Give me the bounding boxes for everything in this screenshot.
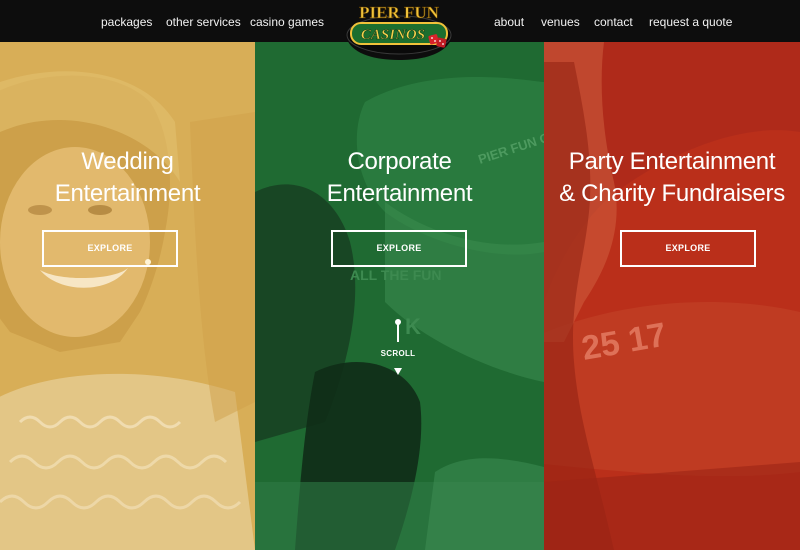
logo-line1: PIER FUN (359, 3, 440, 22)
scroll-label[interactable]: SCROLL (372, 349, 424, 358)
party-panel[interactable]: 25 17 Party Entertainment & Charity Fund… (544, 42, 800, 550)
roulette-photo-decoration: 25 17 (544, 42, 800, 550)
bg-roulette-numbers: 25 17 (579, 316, 669, 368)
scroll-down-arrow-icon[interactable] (394, 368, 402, 375)
wedding-explore-button[interactable]: EXPLORE (42, 230, 178, 267)
wedding-photo-decoration (0, 42, 255, 550)
corporate-title: Corporate Entertainment (255, 146, 544, 210)
nav-link-about[interactable]: about (494, 0, 524, 42)
nav-link-venues[interactable]: venues (541, 0, 580, 42)
wedding-title-line2: Entertainment (54, 180, 201, 207)
party-title-line2: & Charity Fundraisers (559, 180, 785, 207)
nav-link-request-a-quote[interactable]: request a quote (649, 0, 732, 42)
logo-line2: CASINOS (361, 27, 425, 43)
bg-shirt-text: ALL THE FUN (350, 267, 442, 283)
nav-link-contact[interactable]: contact (594, 0, 633, 42)
scroll-line (397, 324, 399, 342)
party-explore-button[interactable]: EXPLORE (620, 230, 756, 267)
bg-shirt-word: K (405, 314, 421, 339)
party-title-line1: Party Entertainment (568, 148, 776, 175)
nav-link-other-services[interactable]: other services (166, 0, 241, 42)
corporate-explore-button[interactable]: EXPLORE (331, 230, 467, 267)
pier-fun-casinos-logo[interactable]: PIER FUN CASINOS (341, 0, 457, 62)
wedding-panel[interactable]: Wedding Entertainment EXPLORE (0, 42, 255, 550)
corporate-title-line2: Entertainment (326, 180, 473, 207)
nav-link-packages[interactable]: packages (101, 0, 152, 42)
wedding-title: Wedding Entertainment (0, 146, 255, 210)
corporate-panel[interactable]: PIER FUN CASINOS ALL THE FUN K Corporate… (255, 42, 544, 550)
nav-link-casino-games[interactable]: casino games (250, 0, 324, 42)
wedding-title-line1: Wedding (81, 148, 174, 175)
corporate-title-line1: Corporate (347, 148, 452, 175)
party-title: Party Entertainment & Charity Fundraiser… (544, 146, 800, 210)
logo-graphic: PIER FUN CASINOS (345, 0, 453, 60)
corporate-photo-decoration: PIER FUN CASINOS ALL THE FUN K (255, 42, 544, 550)
